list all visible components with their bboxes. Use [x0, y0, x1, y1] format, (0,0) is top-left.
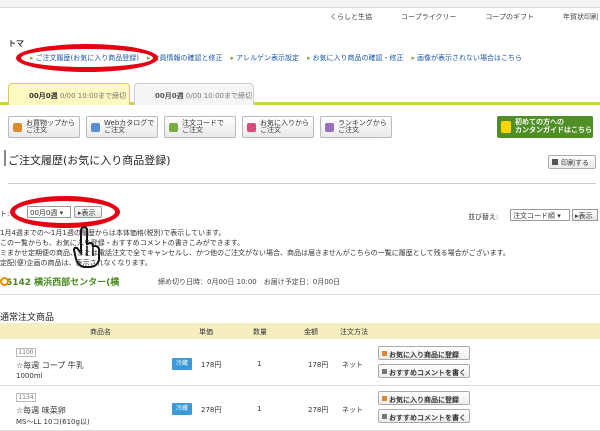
tab-week-1[interactable]: 00月0週 0/00 10:00まで締切 — [8, 83, 130, 105]
col-method: 注文方法 — [340, 328, 368, 336]
order-from-catalog-button[interactable]: Webカタログで ご注文 — [86, 116, 158, 138]
highlight-circle — [16, 44, 158, 72]
order-from-shop-button[interactable]: お買物ップから ご注文 — [8, 116, 80, 138]
week-filter-label: ト: — [0, 210, 10, 218]
sort-display-button[interactable]: ▸表示 — [572, 209, 598, 221]
link-favorites[interactable]: ▸ お気に入り商品の確認・修正 — [307, 53, 404, 63]
divider — [0, 294, 600, 295]
top-link-likely[interactable]: コープライクリー — [401, 12, 456, 22]
print-button[interactable]: 印刷する — [548, 155, 596, 169]
item-price: 278円 — [201, 406, 222, 414]
bullet-icon: ▸ — [307, 54, 311, 62]
divider — [8, 183, 596, 184]
store-schedule: 締め切り日時：0月00日 10:00 お届け予定日：0月00日 — [158, 278, 341, 286]
col-amount: 金額 — [304, 328, 318, 336]
order-from-favorites-button[interactable]: お気に入りから ご注文 — [242, 116, 314, 138]
bullet-icon: ▸ — [230, 54, 235, 62]
sort-select[interactable]: 注文コード順 ▾ — [510, 209, 570, 221]
sort-label: 並び替え: — [468, 213, 499, 221]
tab-week-2[interactable]: 00月0週 0/00 10:00まで締切 — [134, 83, 254, 105]
item-name[interactable]: ☆毎週 味菜卵 — [16, 405, 66, 416]
highlight-circle — [10, 196, 120, 228]
item-size: 1000ml — [16, 372, 43, 380]
item-qty: 1 — [257, 360, 262, 368]
page-title: ご注文履歴(お気に入り商品登録) — [4, 150, 171, 167]
link-member-info[interactable]: ▸ 会員情報の確認と修正 — [147, 53, 223, 63]
link-allergen[interactable]: ▸ アレルゲン表示設定 — [231, 53, 300, 63]
beginner-guide-banner[interactable]: 初めての方への カンタンガイドはこちら — [497, 116, 593, 138]
beginner-leaf-icon — [501, 121, 511, 133]
table-row: 1100 ☆毎週 コープ 牛乳 1000ml 冷蔵 178円 1 178円 ネッ… — [0, 342, 600, 386]
info-notes: 1月4週までの〜1月1週の履歴からは本体価格(税別)で表示しています。 この一覧… — [0, 228, 510, 268]
order-method-buttons: お買物ップから ご注文 Webカタログで ご注文 注文コードで ご注文 お気に入りから… — [8, 116, 392, 138]
item-price: 178円 — [201, 361, 222, 369]
add-favorite-button[interactable]: お気に入り商品に登録 — [378, 346, 470, 360]
heart-icon — [247, 122, 256, 132]
catalog-icon — [91, 122, 100, 132]
note-line: 1月4週までの〜1月1週の履歴からは本体価格(税別)で表示しています。 — [0, 229, 226, 237]
col-price: 単価 — [199, 328, 213, 336]
col-qty: 数量 — [253, 328, 267, 336]
top-link-nenga[interactable]: 年賀状印刷 — [563, 12, 598, 22]
link-image-help[interactable]: ▸ 画像が表示されない場合はこちら — [412, 53, 523, 63]
add-favorite-button[interactable]: お気に入り商品に登録 — [378, 391, 470, 405]
top-link-kurashi[interactable]: くらしと生協 — [330, 12, 372, 22]
order-by-code-button[interactable]: 注文コードで ご注文 — [164, 116, 236, 138]
item-code: 1134 — [16, 393, 36, 402]
week-tabs: 00月0週 0/00 10:00まで締切 00月0週 0/00 10:00まで締… — [0, 83, 600, 105]
order-from-ranking-button[interactable]: ランキングから ご注文 — [320, 116, 392, 138]
section-title: 通常注文商品 — [0, 313, 55, 323]
top-bar — [0, 0, 600, 8]
item-amount: 278円 — [308, 406, 329, 414]
store-header: 5142 横浜西部センター(横 締め切り日時：0月00日 10:00 お届け予定… — [0, 275, 600, 289]
chilled-badge: 冷蔵 — [172, 358, 192, 370]
note-line: 定配(便)企画の商品は、表示されなくなります。 — [0, 259, 152, 267]
item-code: 1100 — [16, 348, 36, 357]
bullet-icon: ▸ — [411, 54, 416, 62]
store-name: 5142 横浜西部センター(横 — [0, 275, 119, 288]
cart-icon — [13, 122, 22, 132]
table-header: 商品名 単価 数量 金額 注文方法 — [0, 323, 600, 339]
item-amount: 178円 — [308, 361, 329, 369]
breadcrumb: トマ — [8, 39, 24, 48]
code-icon — [169, 122, 178, 132]
write-comment-button[interactable]: おすすめコメントを書く — [378, 364, 470, 378]
item-qty: 1 — [257, 405, 262, 413]
item-method: ネット — [342, 361, 363, 369]
item-method: ネット — [342, 406, 363, 414]
top-links: くらしと生協 コープライクリー コープのギフト 年賀状印刷 — [330, 12, 598, 22]
col-name: 商品名 — [90, 328, 111, 336]
top-link-gift[interactable]: コープのギフト — [485, 12, 534, 22]
ranking-icon — [325, 122, 334, 132]
table-row: 1134 ☆毎週 味菜卵 MS〜LL 10コ(610g以) 冷蔵 278円 1 … — [0, 387, 600, 431]
write-comment-button[interactable]: おすすめコメントを書く — [378, 409, 470, 423]
note-line: この一覧からも、お気に入り登録・おすすめコメントの書きこみができます。 — [0, 239, 245, 247]
note-line: ミまかせ定期便の商品、または電話注文で全てキャンセルし、かつ他のご注文がない場合… — [0, 249, 510, 257]
chilled-badge: 冷蔵 — [172, 403, 192, 415]
item-name[interactable]: ☆毎週 コープ 牛乳 — [16, 360, 84, 371]
item-size: MS〜LL 10コ(610g以) — [16, 418, 90, 426]
